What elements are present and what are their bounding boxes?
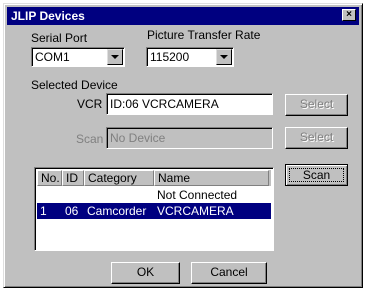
- column-header-id[interactable]: ID: [62, 170, 84, 186]
- row-category: Camcorder: [87, 204, 147, 218]
- scan-value: No Device: [110, 131, 166, 145]
- row-name: Not Connected: [157, 188, 238, 202]
- jlip-devices-dialog: JLIP Devices × Serial Port COM1 Picture …: [3, 3, 363, 288]
- scan-button-label: Scan: [289, 168, 344, 182]
- scan-select-button[interactable]: Select: [285, 127, 348, 149]
- scan-button[interactable]: Scan: [285, 164, 348, 186]
- vcr-field: ID:06 VCRCAMERA: [106, 93, 273, 115]
- title-bar[interactable]: JLIP Devices ×: [7, 7, 359, 25]
- close-button[interactable]: ×: [342, 9, 356, 21]
- cancel-button[interactable]: Cancel: [191, 262, 267, 284]
- ok-button[interactable]: OK: [111, 262, 180, 284]
- window-title: JLIP Devices: [11, 9, 85, 23]
- serial-port-label: Serial Port: [31, 31, 88, 45]
- close-icon: ×: [346, 9, 352, 20]
- vcr-select-button[interactable]: Select: [285, 94, 348, 116]
- column-header-name[interactable]: Name: [154, 170, 269, 186]
- row-no: 1: [40, 204, 47, 218]
- chevron-down-icon[interactable]: [216, 49, 232, 65]
- transfer-rate-value: 115200: [150, 50, 190, 64]
- serial-port-select[interactable]: COM1: [31, 47, 125, 67]
- vcr-value: ID:06 VCRCAMERA: [110, 97, 219, 111]
- device-list[interactable]: No. ID Category Name Not Connected 1 06 …: [34, 167, 274, 251]
- list-item[interactable]: 1 06 Camcorder VCRCAMERA: [37, 203, 271, 219]
- vcr-label: VCR: [77, 97, 103, 111]
- scan-label: Scan: [76, 132, 104, 146]
- transfer-rate-label: Picture Transfer Rate: [147, 28, 261, 42]
- selected-device-label: Selected Device: [31, 78, 118, 92]
- row-name: VCRCAMERA: [157, 204, 234, 218]
- transfer-rate-select[interactable]: 115200: [146, 47, 234, 67]
- row-id: 06: [65, 204, 79, 218]
- chevron-down-icon[interactable]: [107, 49, 123, 65]
- column-header-category[interactable]: Category: [84, 170, 154, 186]
- column-header-no[interactable]: No.: [37, 170, 62, 186]
- serial-port-value: COM1: [35, 50, 70, 64]
- scan-field: No Device: [106, 127, 273, 149]
- device-list-header: No. ID Category Name: [37, 170, 271, 186]
- list-item[interactable]: Not Connected: [37, 187, 271, 203]
